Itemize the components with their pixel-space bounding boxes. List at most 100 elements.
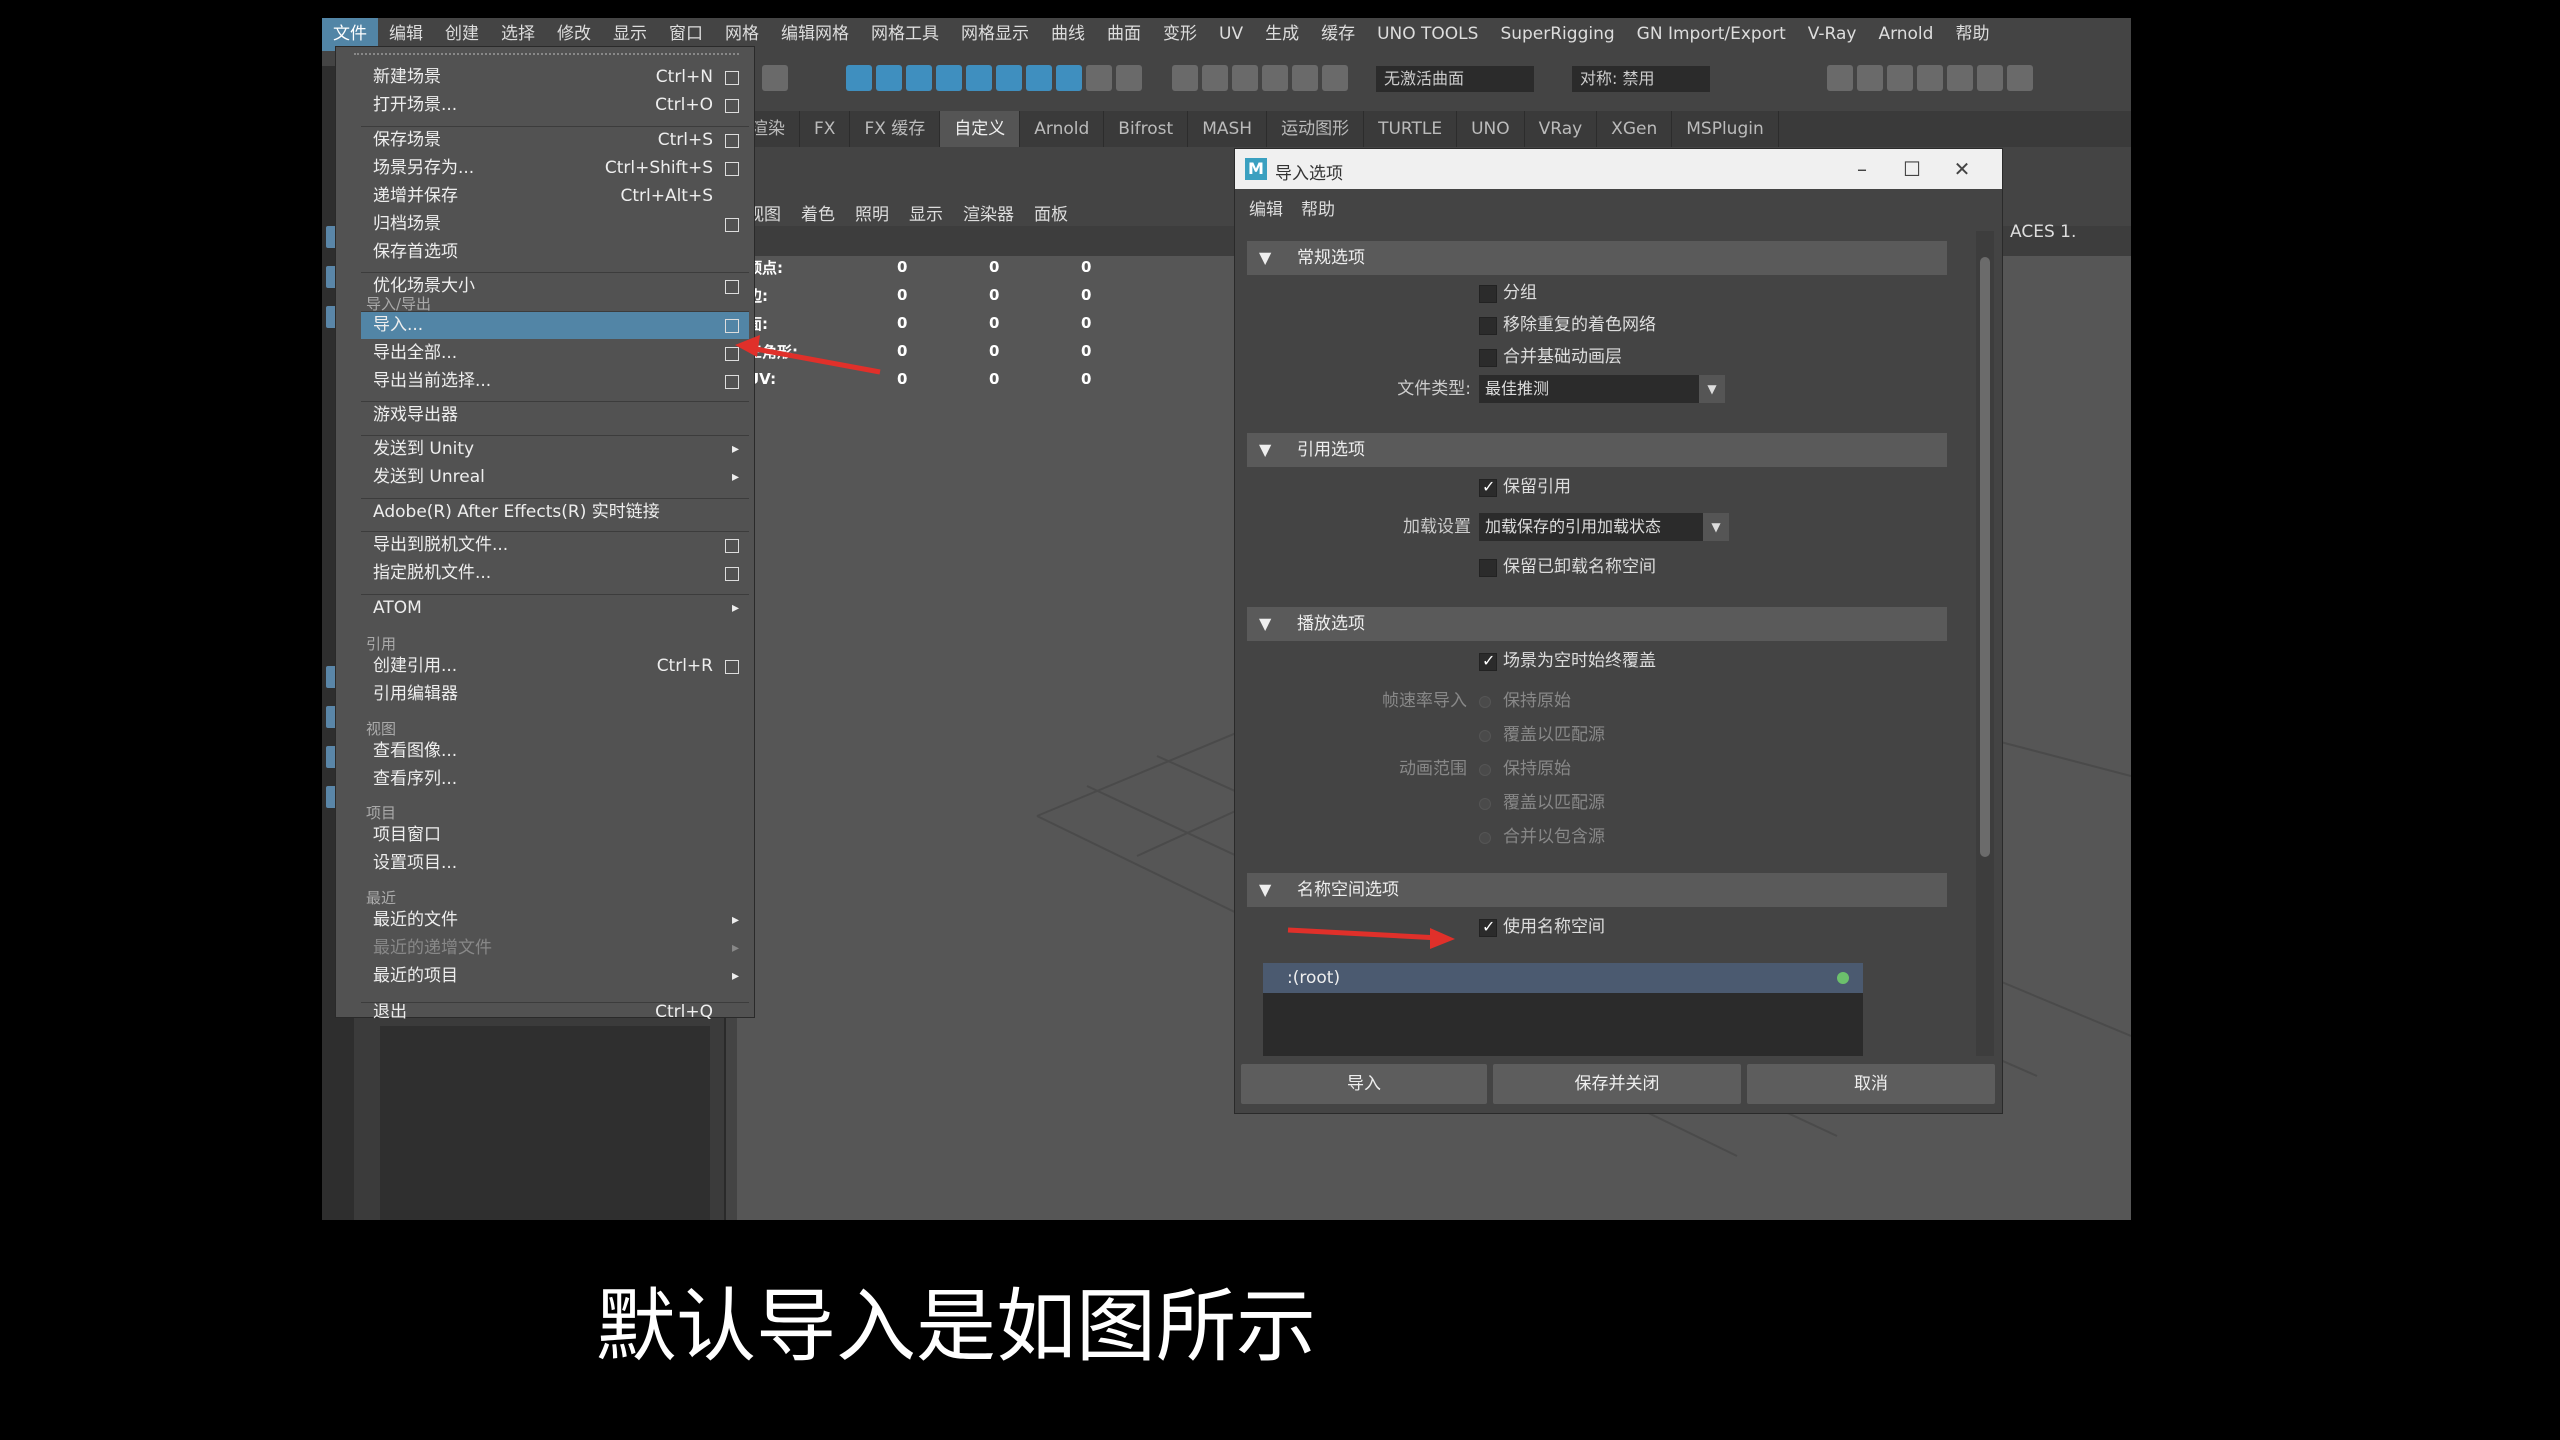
save-close-button[interactable]: 保存并关闭	[1493, 1064, 1741, 1104]
render-icon[interactable]	[1917, 65, 1943, 91]
file-menu-item[interactable]: 新建场景 Ctrl+N	[361, 64, 749, 91]
menu-item[interactable]: 曲线	[1040, 18, 1096, 51]
file-menu-item[interactable]: Adobe(R) After Effects(R) 实时链接	[361, 499, 749, 526]
menu-item[interactable]: 帮助	[1944, 18, 2000, 51]
option-box-icon[interactable]	[725, 539, 739, 553]
radio-button[interactable]	[1479, 832, 1491, 844]
shelf-tab[interactable]: Bifrost	[1104, 111, 1189, 147]
file-menu-item[interactable]: 引用编辑器	[361, 681, 749, 708]
keep-unloaded-checkbox[interactable]	[1479, 559, 1497, 577]
remove-duplicate-checkbox[interactable]	[1479, 317, 1497, 335]
keep-unloaded-option[interactable]: 保留已卸载名称空间	[1479, 555, 1656, 579]
dialog-scrollbar[interactable]	[1976, 231, 1994, 1056]
shelf-tab[interactable]: UNO	[1457, 111, 1525, 147]
magnet-icon[interactable]	[1322, 65, 1348, 91]
menu-edit[interactable]: 编辑	[1249, 195, 1283, 220]
file-menu-item[interactable]: 发送到 Unreal ▸	[361, 464, 749, 491]
namespace-row-root[interactable]: :(root)	[1263, 963, 1863, 993]
override-option[interactable]: 场景为空时始终覆盖	[1479, 649, 1656, 673]
magnet-icon[interactable]	[1292, 65, 1318, 91]
option-box-icon[interactable]	[725, 347, 739, 361]
radio-button[interactable]	[1479, 764, 1491, 776]
shelf-tab[interactable]: FX	[800, 111, 851, 147]
file-menu-item[interactable]: 查看图像...	[361, 738, 749, 765]
file-menu-item[interactable]: 查看序列...	[361, 766, 749, 793]
file-menu-item[interactable]: 最近的项目 ▸	[361, 963, 749, 990]
file-menu-item[interactable]: 项目窗口	[361, 822, 749, 849]
panel-menu-item[interactable]: 照明	[845, 200, 899, 225]
help-icon[interactable]	[1056, 65, 1082, 91]
menu-item[interactable]: 网格显示	[950, 18, 1040, 51]
option-box-icon[interactable]	[725, 280, 739, 294]
general-options-header[interactable]: ▼ 常规选项	[1247, 241, 1947, 275]
remove-duplicate-option[interactable]: 移除重复的着色网络	[1479, 313, 1656, 337]
shelf-tab[interactable]: MSPlugin	[1672, 111, 1779, 147]
fps-match-radio[interactable]: 覆盖以匹配源	[1479, 723, 1605, 747]
playback-options-header[interactable]: ▼ 播放选项	[1247, 607, 1947, 641]
reference-options-header[interactable]: ▼ 引用选项	[1247, 433, 1947, 467]
file-menu-item[interactable]: 导入...	[361, 312, 749, 339]
group-checkbox[interactable]	[1479, 285, 1497, 303]
option-box-icon[interactable]	[725, 134, 739, 148]
menu-item[interactable]: UNO TOOLS	[1366, 18, 1489, 51]
menu-item[interactable]: GN Import/Export	[1626, 18, 1797, 51]
panel-menu-item[interactable]: 渲染器	[953, 200, 1024, 225]
override-checkbox[interactable]	[1479, 649, 1497, 673]
anim-merge-radio[interactable]: 合并以包含源	[1479, 825, 1605, 849]
option-box-icon[interactable]	[725, 71, 739, 85]
menu-item[interactable]: 编辑网格	[770, 18, 860, 51]
option-box-icon[interactable]	[725, 99, 739, 113]
file-menu-item[interactable]: 归档场景	[361, 211, 749, 238]
fps-keep-radio[interactable]: 保持原始	[1479, 689, 1571, 713]
namespace-list[interactable]: :(root)	[1263, 963, 1863, 1056]
menu-item[interactable]: 变形	[1152, 18, 1208, 51]
use-namespace-option[interactable]: 使用名称空间	[1479, 915, 1605, 939]
snap-grid-icon[interactable]	[846, 65, 872, 91]
magnet-icon[interactable]	[1232, 65, 1258, 91]
file-menu-item[interactable]: 打开场景... Ctrl+O	[361, 92, 749, 119]
option-box-icon[interactable]	[725, 162, 739, 176]
file-menu-item[interactable]: 游戏导出器	[361, 402, 749, 429]
radio-button[interactable]	[1479, 696, 1491, 708]
file-menu-item[interactable]: 导出当前选择...	[361, 368, 749, 395]
file-menu-item[interactable]: 场景另存为... Ctrl+Shift+S	[361, 155, 749, 182]
file-menu-item[interactable]: 退出 Ctrl+Q	[361, 999, 749, 1026]
snap-view-icon[interactable]	[936, 65, 962, 91]
file-menu-item[interactable]: 指定脱机文件...	[361, 560, 749, 587]
shelf-tab[interactable]: XGen	[1597, 111, 1673, 147]
render-icon[interactable]	[1977, 65, 2003, 91]
shelf-tab[interactable]: 运动图形	[1267, 111, 1365, 147]
file-menu-item[interactable]: 导出到脱机文件...	[361, 532, 749, 559]
menu-item[interactable]: 网格工具	[860, 18, 950, 51]
merge-anim-option[interactable]: 合并基础动画层	[1479, 345, 1622, 369]
minimize-button[interactable]: –	[1842, 155, 1882, 183]
snap-point-icon[interactable]	[906, 65, 932, 91]
symmetry-field[interactable]: 对称: 禁用	[1572, 66, 1710, 92]
snap-pivot-icon[interactable]	[1026, 65, 1052, 91]
use-namespace-checkbox[interactable]	[1479, 915, 1497, 939]
file-menu-item[interactable]: 递增并保存 Ctrl+Alt+S	[361, 183, 749, 210]
group-option[interactable]: 分组	[1479, 281, 1537, 305]
option-box-icon[interactable]	[725, 319, 739, 333]
file-menu-item[interactable]: 创建引用... Ctrl+R	[361, 653, 749, 680]
cancel-button[interactable]: 取消	[1747, 1064, 1995, 1104]
option-box-icon[interactable]	[725, 567, 739, 581]
namespace-options-header[interactable]: ▼ 名称空间选项	[1247, 873, 1947, 907]
render-icon[interactable]	[1827, 65, 1853, 91]
snap-curve-icon[interactable]	[876, 65, 902, 91]
anim-match-radio[interactable]: 覆盖以匹配源	[1479, 791, 1605, 815]
panel-menu-item[interactable]: 着色	[791, 200, 845, 225]
option-box-icon[interactable]	[725, 375, 739, 389]
menu-item[interactable]: 缓存	[1310, 18, 1366, 51]
file-menu-item[interactable]: 保存首选项	[361, 239, 749, 266]
file-menu-item[interactable]: 最近的递增文件 ▸	[361, 935, 749, 962]
file-menu-item[interactable]: 最近的文件 ▸	[361, 907, 749, 934]
panel-menu-item[interactable]: 面板	[1024, 200, 1078, 225]
menu-item[interactable]: Arnold	[1867, 18, 1944, 51]
render-icon[interactable]	[1887, 65, 1913, 91]
maximize-button[interactable]: ☐	[1892, 155, 1932, 183]
magnet-icon[interactable]	[1172, 65, 1198, 91]
magnet-icon[interactable]	[1202, 65, 1228, 91]
live-surface-field[interactable]: 无激活曲面	[1376, 66, 1534, 92]
file-menu-item[interactable]: 导出全部...	[361, 340, 749, 367]
